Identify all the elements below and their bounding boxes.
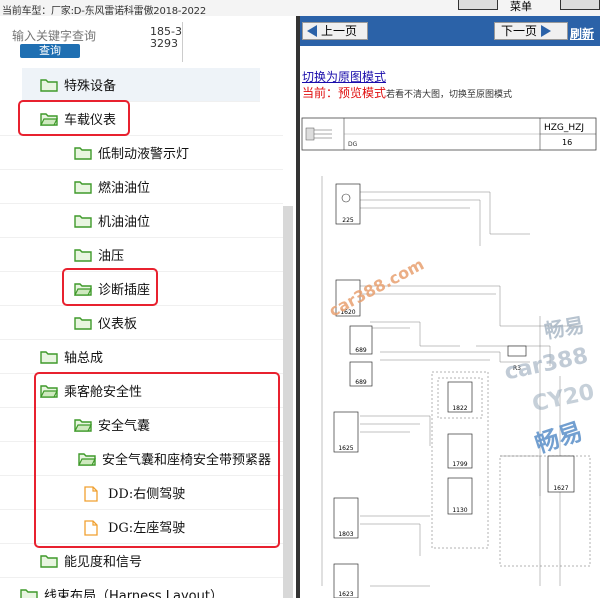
tree-item-harness-layout[interactable]: 线束布局（Harness Layout） — [0, 578, 283, 598]
divider-line — [182, 22, 183, 62]
next-page-button[interactable]: 下一页 — [494, 22, 568, 40]
current-mode: 当前：预览模式若看不清大图，切换至原图模式 — [302, 84, 512, 101]
search-button[interactable]: 查询 — [20, 44, 80, 58]
tree-item-label: 仪表板 — [98, 317, 138, 332]
folder-icon — [74, 180, 92, 194]
current-mode-value: 预览模式 — [338, 86, 387, 100]
component-label: 1803 — [338, 531, 353, 538]
tree-item-oil-pressure[interactable]: 油压 — [0, 238, 283, 272]
diagram-dg: DG — [348, 141, 358, 148]
component-label: 1822 — [452, 405, 467, 412]
folder-icon — [20, 588, 38, 598]
nav-bar: 上一页 下一页 刷新 — [300, 16, 600, 46]
component-label: 225 — [342, 217, 354, 224]
tree-item-label: 特殊设备 — [64, 79, 117, 94]
switch-mode-link[interactable]: 切换为原图模式 — [302, 68, 386, 85]
tree-item-dashboard[interactable]: 仪表板 — [0, 306, 283, 340]
phone-number: 185-33293 — [150, 25, 182, 50]
component-label: 689 — [355, 379, 367, 386]
tree-item-special-equipment[interactable]: 特殊设备 — [22, 68, 260, 102]
tree-item-label: 燃油油位 — [98, 181, 151, 196]
highlight-box-cabin-safety — [34, 372, 280, 548]
component-label: R3 — [513, 365, 521, 372]
arrow-right-icon — [541, 25, 552, 37]
folder-icon — [40, 554, 58, 568]
prev-page-button[interactable]: 上一页 — [302, 22, 368, 40]
folder-icon — [74, 146, 92, 160]
next-page-label: 下一页 — [501, 24, 538, 38]
folder-icon — [40, 78, 58, 92]
current-mode-hint: 若看不清大图，切换至原图模式 — [386, 90, 513, 100]
toolbar-button-1[interactable] — [458, 0, 498, 10]
component-label: 1130 — [452, 507, 467, 514]
refresh-link[interactable]: 刷新 — [570, 25, 594, 42]
tree-item-visibility-signals[interactable]: 能见度和信号 — [0, 544, 283, 578]
diagram-title-num: 16 — [562, 138, 572, 147]
viewer-panel: 上一页 下一页 刷新 切换为原图模式 当前：预览模式若看不清大图，切换至原图模式… — [300, 16, 600, 598]
tree-item-label: 线束布局（Harness Layout） — [44, 589, 223, 598]
tree-item-label: 轴总成 — [64, 351, 104, 366]
tree-item-label: 油压 — [98, 249, 125, 264]
tree-item-label: 能见度和信号 — [64, 555, 143, 570]
prev-page-label: 上一页 — [321, 24, 358, 38]
tree-item-axle-assembly[interactable]: 轴总成 — [0, 340, 283, 374]
component-label: 1620 — [340, 309, 355, 316]
highlight-box-diagnostic — [62, 268, 158, 306]
diagram-title-code: HZG_HZJ — [544, 123, 584, 133]
search-input[interactable] — [12, 26, 172, 46]
folder-icon — [40, 350, 58, 364]
tree-item-label: 机油油位 — [98, 215, 151, 230]
folder-icon — [74, 248, 92, 262]
tree-item-oil-level[interactable]: 机油油位 — [0, 204, 283, 238]
top-bar: 当前车型：厂家:D-东风雷诺科雷傲2018-2022 菜单 — [0, 0, 600, 17]
component-label: 1625 — [338, 445, 353, 452]
tree-item-label: 低制动液警示灯 — [98, 147, 190, 162]
wiring-diagram: DG HZG_HZJ 16 225 1620 689 689 R3 1822 1… — [301, 117, 597, 598]
folder-icon — [74, 316, 92, 330]
folder-icon — [74, 214, 92, 228]
left-panel: 查询 185-33293 特殊设备 车载仪表 低制动液警示灯 — [0, 16, 296, 598]
component-label: 1799 — [452, 461, 467, 468]
component-label: 1627 — [553, 485, 568, 492]
toolbar-button-2[interactable] — [560, 0, 600, 10]
component-label: 689 — [355, 347, 367, 354]
car-model-label: 当前车型：厂家:D-东风雷诺科雷傲2018-2022 — [2, 6, 206, 17]
arrow-left-icon — [307, 25, 317, 37]
tree-item-fuel-level[interactable]: 燃油油位 — [0, 170, 283, 204]
tree-item-low-brake-fluid[interactable]: 低制动液警示灯 — [0, 136, 283, 170]
menu-label[interactable]: 菜单 — [510, 0, 532, 14]
scrollbar[interactable] — [283, 206, 293, 598]
current-mode-key: 当前： — [302, 86, 339, 100]
component-label: 1623 — [338, 591, 353, 598]
highlight-box-instruments — [18, 100, 130, 136]
